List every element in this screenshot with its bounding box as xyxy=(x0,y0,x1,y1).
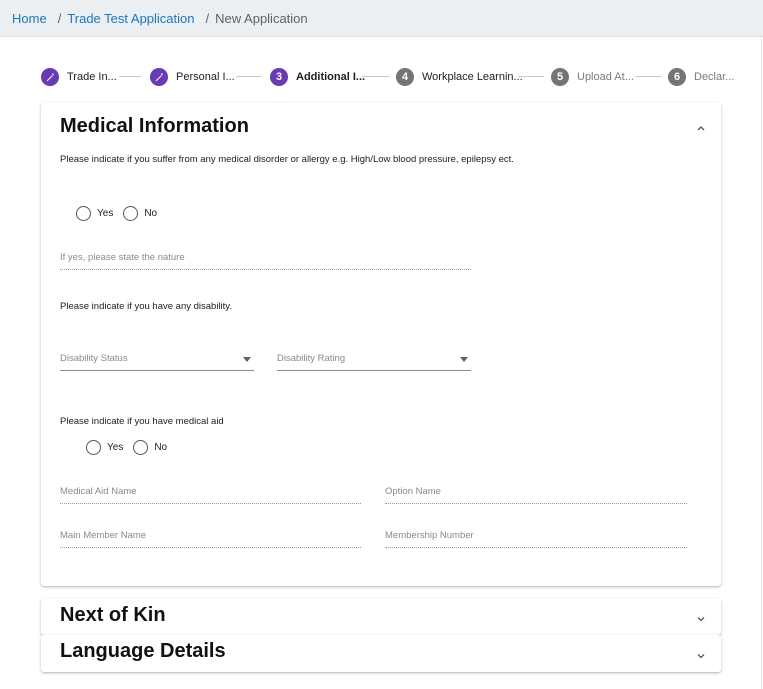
medical-disorder-yes-radio[interactable]: Yes xyxy=(76,206,113,221)
breadcrumb-current: New Application xyxy=(215,10,308,26)
disability-question: Please indicate if you have any disabili… xyxy=(60,301,232,312)
main-member-name-input[interactable]: Main Member Name xyxy=(60,526,361,548)
step-connector xyxy=(236,76,262,77)
step-number: 4 xyxy=(396,68,414,86)
step-label: Declar... xyxy=(694,71,735,83)
step-workplace-learning[interactable]: 4 Workplace Learnin... xyxy=(396,66,523,88)
field-underline xyxy=(60,269,471,270)
medical-aid-radio-group: Yes No xyxy=(86,440,177,455)
radio-unchecked-icon xyxy=(123,206,139,221)
breadcrumb: Home / Trade Test Application / New Appl… xyxy=(0,0,763,37)
radio-label: Yes xyxy=(97,208,114,219)
step-number: 3 xyxy=(270,68,288,86)
step-declaration[interactable]: 6 Declar... xyxy=(668,66,734,88)
field-placeholder: Medical Aid Name xyxy=(60,486,137,497)
step-trade-info[interactable]: Trade In... xyxy=(41,66,117,88)
option-name-input[interactable]: Option Name xyxy=(385,482,687,504)
radio-unchecked-icon xyxy=(86,440,101,455)
chevron-down-icon[interactable] xyxy=(695,649,707,661)
step-upload-attachments[interactable]: 5 Upload At... xyxy=(551,66,634,88)
radio-label: No xyxy=(154,442,168,453)
panel-title: Language Details xyxy=(60,640,226,662)
panel-title[interactable]: Medical Information xyxy=(60,115,249,138)
step-number: 6 xyxy=(668,68,686,86)
disorder-nature-input[interactable]: If yes, please state the nature xyxy=(60,248,471,270)
radio-unchecked-icon xyxy=(133,440,149,455)
medical-aid-no-radio[interactable]: No xyxy=(133,440,167,455)
breadcrumb-home-link[interactable]: Home xyxy=(12,11,47,26)
radio-label: No xyxy=(144,208,158,219)
field-underline xyxy=(60,503,361,504)
dropdown-arrow-icon xyxy=(460,357,468,362)
medical-information-panel: Medical Information Please indicate if y… xyxy=(41,103,721,586)
step-connector xyxy=(362,76,390,77)
radio-unchecked-icon xyxy=(76,206,91,221)
page-edge-divider xyxy=(761,37,762,689)
step-label: Workplace Learnin... xyxy=(422,71,523,83)
pencil-icon xyxy=(150,68,168,86)
pencil-icon xyxy=(41,68,59,86)
step-label: Trade In... xyxy=(67,71,117,83)
breadcrumb-separator: / xyxy=(205,10,210,26)
language-details-panel[interactable]: Language Details xyxy=(41,635,721,672)
select-underline xyxy=(60,370,254,371)
select-underline xyxy=(277,370,471,371)
select-placeholder: Disability Rating xyxy=(277,353,346,364)
membership-number-input[interactable]: Membership Number xyxy=(385,526,687,548)
field-underline xyxy=(60,547,361,548)
breadcrumb-trade-test-link[interactable]: Trade Test Application xyxy=(67,11,194,26)
select-placeholder: Disability Status xyxy=(60,353,128,364)
dropdown-arrow-icon xyxy=(243,357,251,362)
step-label: Additional I... xyxy=(296,71,366,83)
radio-label: Yes xyxy=(107,442,124,453)
step-label: Personal I... xyxy=(176,71,235,83)
chevron-down-icon[interactable] xyxy=(695,612,707,624)
disability-status-select[interactable]: Disability Status xyxy=(60,349,254,371)
breadcrumb-separator: / xyxy=(57,10,62,26)
step-additional-info[interactable]: 3 Additional I... xyxy=(270,66,365,88)
step-label: Upload At... xyxy=(577,71,634,83)
field-underline xyxy=(385,503,687,504)
medical-aid-question: Please indicate if you have medical aid xyxy=(60,416,224,427)
step-number: 5 xyxy=(551,68,569,86)
field-placeholder: Option Name xyxy=(385,486,441,497)
disability-rating-select[interactable]: Disability Rating xyxy=(277,349,471,371)
step-personal-info[interactable]: Personal I... xyxy=(150,66,235,88)
chevron-up-icon[interactable] xyxy=(695,121,707,133)
step-connector xyxy=(636,76,662,77)
field-placeholder: If yes, please state the nature xyxy=(60,252,185,263)
medical-disorder-question: Please indicate if you suffer from any m… xyxy=(60,154,514,165)
field-underline xyxy=(385,547,687,548)
application-stepper: Trade In... Personal I... 3 Additional I… xyxy=(0,66,763,88)
panel-title: Next of Kin xyxy=(60,604,166,626)
medical-aid-name-input[interactable]: Medical Aid Name xyxy=(60,482,361,504)
medical-disorder-radio-group: Yes No xyxy=(76,206,167,221)
field-placeholder: Main Member Name xyxy=(60,530,147,541)
field-placeholder: Membership Number xyxy=(385,530,474,541)
next-of-kin-panel[interactable]: Next of Kin xyxy=(41,599,721,635)
step-connector xyxy=(119,76,141,77)
medical-aid-yes-radio[interactable]: Yes xyxy=(86,440,123,455)
step-connector xyxy=(518,76,544,77)
medical-disorder-no-radio[interactable]: No xyxy=(123,206,157,221)
